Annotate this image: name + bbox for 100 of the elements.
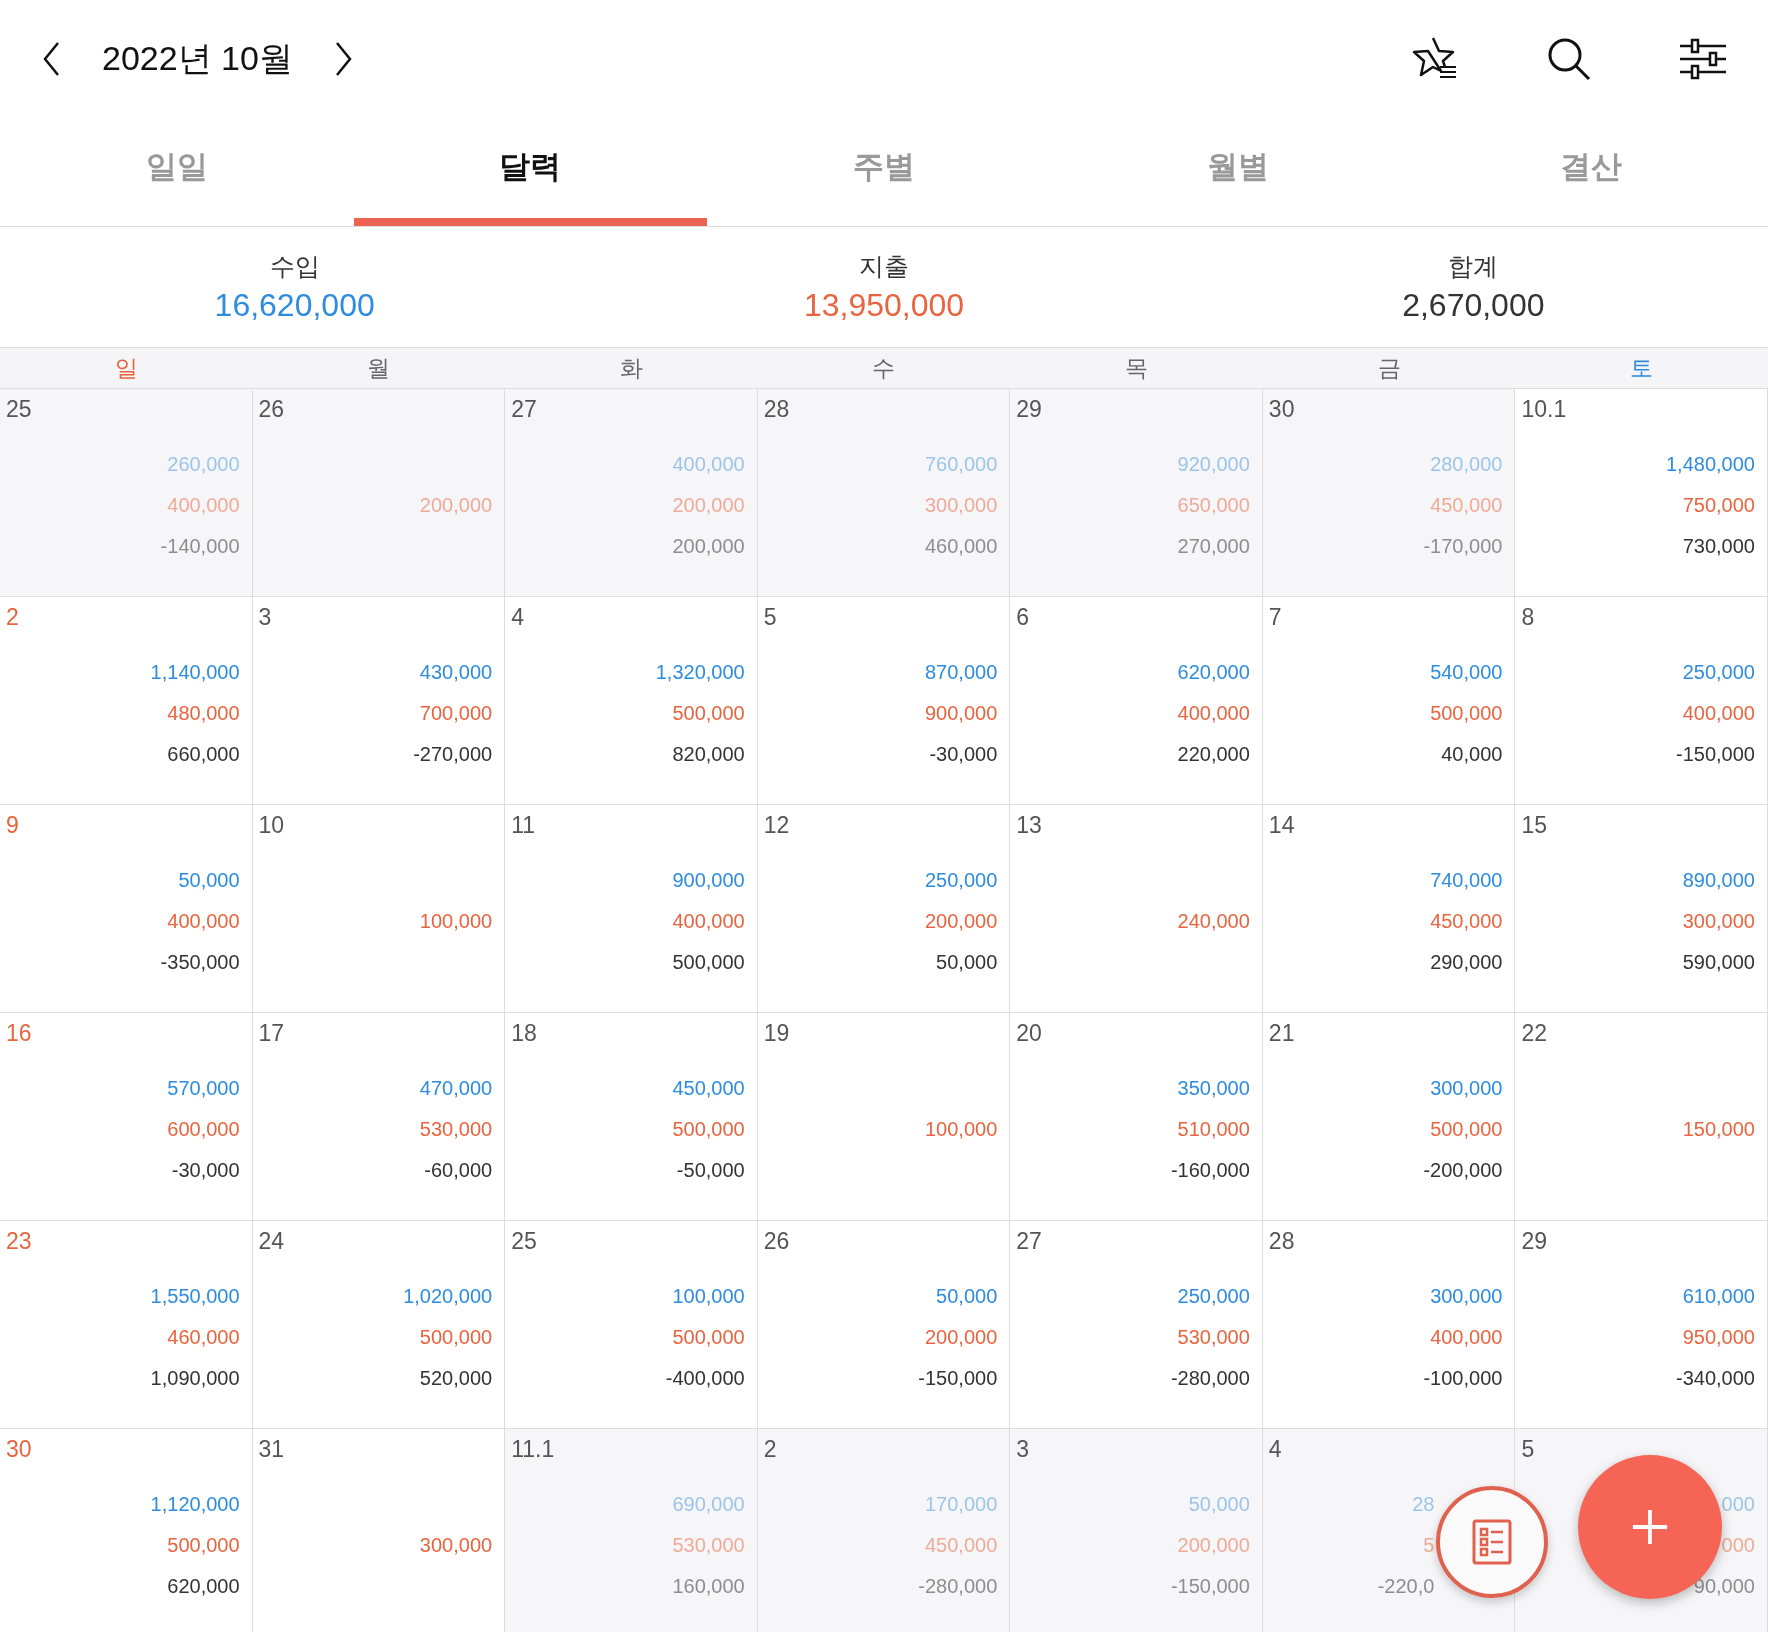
day-number: 8 bbox=[1521, 603, 1536, 632]
tab[interactable]: 달력 bbox=[353, 118, 708, 226]
total-amount: -200,000 bbox=[1423, 1158, 1503, 1183]
total-amount: 460,000 bbox=[925, 534, 998, 559]
income-amount: 300,000 bbox=[1430, 1076, 1503, 1101]
total-amount: -100,000 bbox=[1423, 1366, 1503, 1391]
day-number: 5 bbox=[1521, 1435, 1536, 1464]
day-number: 13 bbox=[1016, 811, 1043, 840]
income-amount: 430,000 bbox=[419, 660, 493, 685]
expense-amount: 650,000 bbox=[1177, 493, 1250, 518]
total-amount: 90,000 bbox=[1693, 1574, 1755, 1599]
total-amount: -270,000 bbox=[413, 742, 493, 767]
expense-amount: 700,000 bbox=[419, 701, 493, 726]
income-amount: 250,000 bbox=[1177, 1284, 1250, 1309]
day-number: 16 bbox=[6, 1019, 33, 1048]
day-number: 5 bbox=[763, 603, 778, 632]
checklist-icon bbox=[1472, 1519, 1512, 1565]
total-amount: 160,000 bbox=[672, 1574, 745, 1599]
day-number: 9 bbox=[6, 811, 20, 840]
expense-amount: 400,000 bbox=[1430, 1325, 1503, 1350]
day-number: 3 bbox=[258, 603, 273, 632]
day-number: 21 bbox=[1268, 1019, 1296, 1048]
income-amount: 28 bbox=[1412, 1492, 1435, 1517]
total-amount: -140,000 bbox=[160, 534, 240, 559]
expense-amount: 500,000 bbox=[167, 1533, 240, 1558]
income-amount: 890,000 bbox=[1682, 868, 1755, 893]
day-number: 2 bbox=[763, 1435, 778, 1464]
expense-amount: 300,000 bbox=[1682, 909, 1755, 934]
day-number: 26 bbox=[258, 395, 286, 424]
tab[interactable]: 일일 bbox=[0, 118, 354, 226]
total-amount: -30,000 bbox=[929, 742, 998, 767]
plus-icon bbox=[1631, 1508, 1669, 1546]
income-amount: 16,620,000 bbox=[214, 287, 375, 324]
expense-amount: 500,000 bbox=[672, 1117, 745, 1142]
expense-amount: 13,950,000 bbox=[803, 287, 965, 324]
expense-amount: 240,000 bbox=[1177, 909, 1250, 934]
weekday-label: 목 bbox=[1124, 353, 1150, 383]
total-amount: -340,000 bbox=[1676, 1366, 1755, 1391]
weekday-label: 화 bbox=[618, 353, 644, 383]
income-amount: 250,000 bbox=[1682, 660, 1755, 685]
expense-amount: 100,000 bbox=[419, 909, 493, 934]
expense-amount: 300,000 bbox=[925, 493, 998, 518]
day-number: 12 bbox=[763, 811, 791, 840]
expense-amount: 000 bbox=[1721, 1533, 1755, 1558]
income-amount: 300,000 bbox=[1430, 1284, 1503, 1309]
day-number: 23 bbox=[6, 1227, 33, 1256]
expense-label: 지출 bbox=[859, 251, 909, 282]
expense-amount: 500,000 bbox=[419, 1325, 493, 1350]
income-amount: 100,000 bbox=[672, 1284, 745, 1309]
total-amount: -350,000 bbox=[160, 950, 240, 975]
expense-amount: 150,000 bbox=[1682, 1117, 1755, 1142]
previous-month-icon[interactable] bbox=[42, 41, 62, 77]
income-amount: 50,000 bbox=[936, 1284, 998, 1309]
expense-amount: 500,000 bbox=[1430, 701, 1503, 726]
weekday-label: 금 bbox=[1376, 353, 1402, 383]
expense-amount: 900,000 bbox=[925, 701, 998, 726]
expense-amount: 530,000 bbox=[1177, 1325, 1250, 1350]
total-amount: 590,000 bbox=[1682, 950, 1755, 975]
income-amount: 450,000 bbox=[672, 1076, 745, 1101]
day-number: 26 bbox=[763, 1227, 791, 1256]
income-amount: 350,000 bbox=[1177, 1076, 1250, 1101]
expense-amount: 500,000 bbox=[672, 701, 745, 726]
total-amount: 500,000 bbox=[672, 950, 745, 975]
income-amount: 1,120,000 bbox=[150, 1492, 240, 1517]
expense-amount: 600,000 bbox=[167, 1117, 240, 1142]
expense-amount: 100,000 bbox=[925, 1117, 998, 1142]
total-amount: 730,000 bbox=[1682, 534, 1755, 559]
expense-amount: 200,000 bbox=[672, 493, 745, 518]
tab[interactable]: 결산 bbox=[1414, 118, 1768, 226]
expense-amount: 400,000 bbox=[672, 909, 745, 934]
total-amount: 2,670,000 bbox=[1402, 287, 1545, 324]
day-number: 10 bbox=[258, 811, 286, 840]
weekday-label: 일 bbox=[113, 353, 139, 383]
day-number: 28 bbox=[1268, 1227, 1296, 1256]
day-number: 18 bbox=[511, 1019, 538, 1048]
day-number: 4 bbox=[511, 603, 525, 632]
income-label: 수입 bbox=[269, 251, 320, 282]
day-number: 27 bbox=[511, 395, 538, 424]
day-number: 28 bbox=[763, 395, 791, 424]
day-number: 11 bbox=[511, 811, 537, 840]
expense-amount: 480,000 bbox=[167, 701, 240, 726]
expense-amount: 500,000 bbox=[672, 1325, 745, 1350]
total-amount: 620,000 bbox=[167, 1574, 240, 1599]
tab[interactable]: 월별 bbox=[1060, 118, 1415, 226]
income-amount: 740,000 bbox=[1430, 868, 1503, 893]
day-number: 29 bbox=[1016, 395, 1043, 424]
total-amount: -50,000 bbox=[676, 1158, 745, 1183]
tab[interactable]: 주별 bbox=[707, 118, 1061, 226]
income-amount: 260,000 bbox=[167, 452, 240, 477]
income-amount: 50,000 bbox=[1188, 1492, 1250, 1517]
day-number: 19 bbox=[763, 1019, 791, 1048]
day-number: 3 bbox=[1016, 1435, 1031, 1464]
income-amount: 1,550,000 bbox=[150, 1284, 240, 1309]
total-amount: -150,000 bbox=[1170, 1574, 1250, 1599]
total-amount: 200,000 bbox=[672, 534, 745, 559]
total-amount: -60,000 bbox=[424, 1158, 493, 1183]
income-amount: 170,000 bbox=[925, 1492, 998, 1517]
total-amount: -220,0 bbox=[1377, 1574, 1435, 1599]
income-amount: 470,000 bbox=[419, 1076, 493, 1101]
expense-amount: 300,000 bbox=[419, 1533, 493, 1558]
